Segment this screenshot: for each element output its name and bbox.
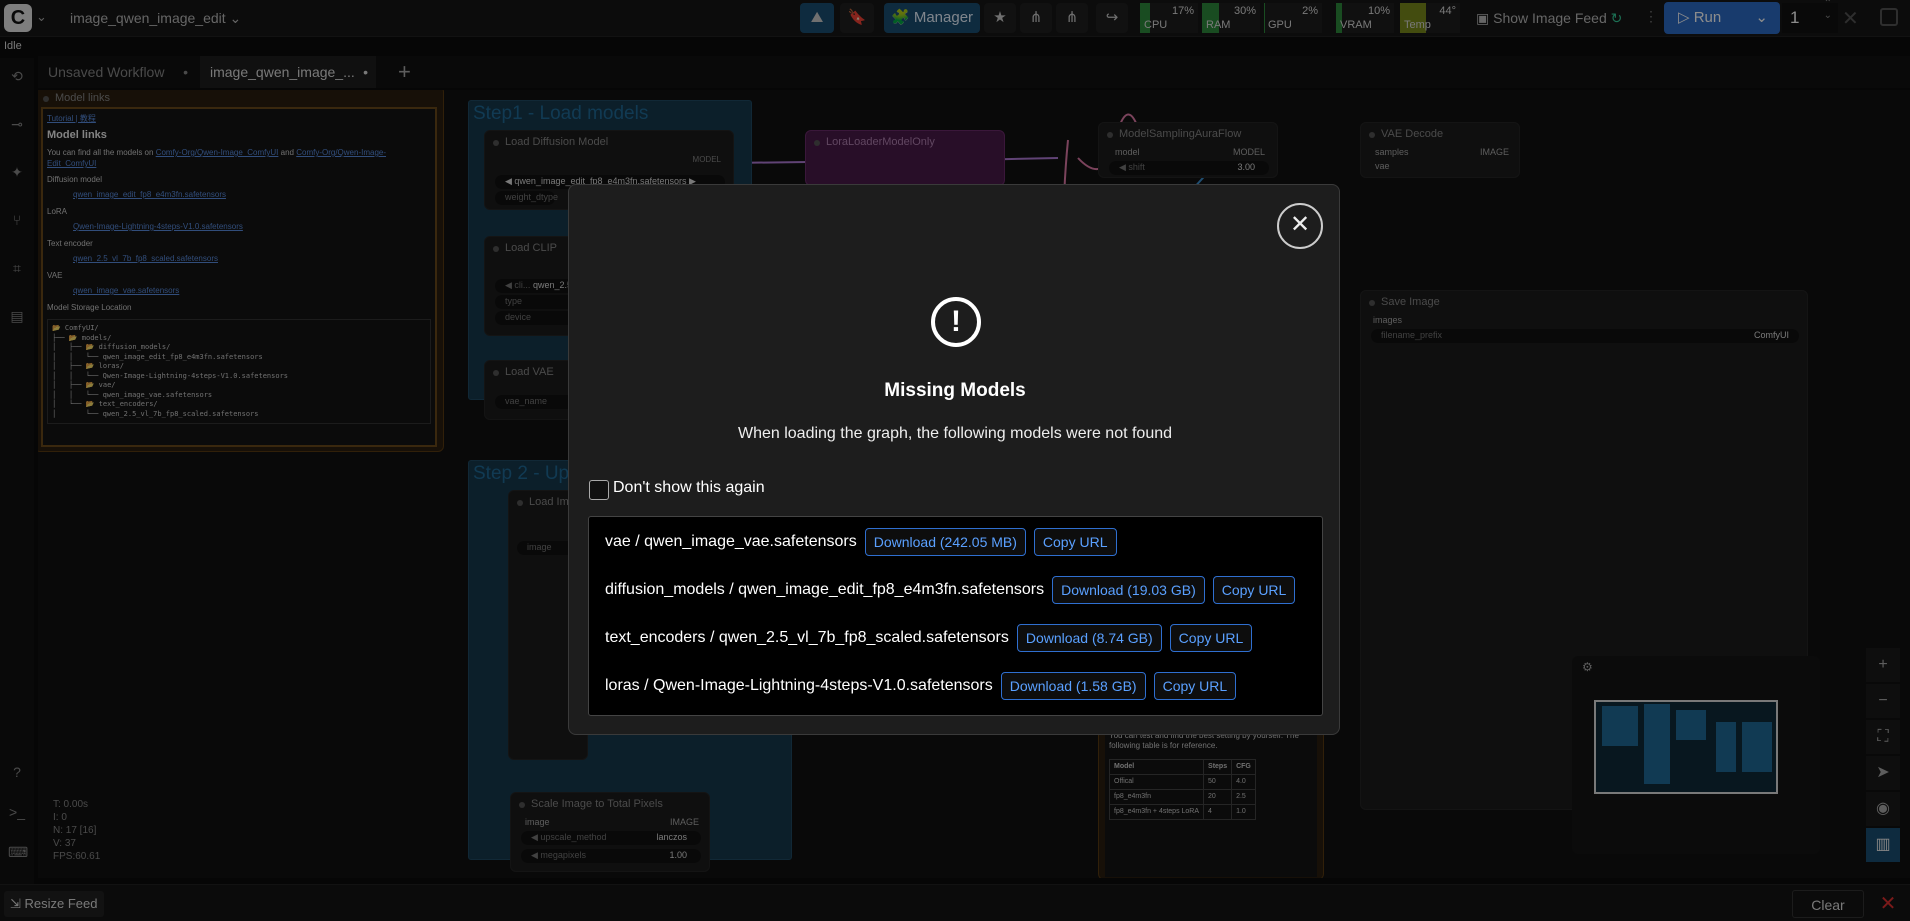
list-item: vae / qwen_image_vae.safetensors Downloa… <box>605 527 1117 557</box>
close-dialog-button[interactable]: ✕ <box>1277 203 1323 249</box>
dont-show-again-checkbox[interactable] <box>589 480 609 500</box>
model-name: vae / qwen_image_vae.safetensors <box>605 533 857 550</box>
copy-url-button[interactable]: Copy URL <box>1153 672 1237 700</box>
dont-show-again-label[interactable]: Don't show this again <box>613 479 765 497</box>
download-button[interactable]: Download (19.03 GB) <box>1052 576 1205 604</box>
copy-url-button[interactable]: Copy URL <box>1212 576 1296 604</box>
model-name: text_encoders / qwen_2.5_vl_7b_fp8_scale… <box>605 629 1009 646</box>
exclamation-circle-icon: ! <box>931 297 981 347</box>
download-button[interactable]: Download (1.58 GB) <box>1000 672 1146 700</box>
copy-url-button[interactable]: Copy URL <box>1169 624 1253 652</box>
missing-models-list: vae / qwen_image_vae.safetensors Downloa… <box>588 516 1323 716</box>
list-item: text_encoders / qwen_2.5_vl_7b_fp8_scale… <box>605 623 1253 653</box>
list-item: loras / Qwen-Image-Lightning-4steps-V1.0… <box>605 671 1237 701</box>
copy-url-button[interactable]: Copy URL <box>1033 528 1117 556</box>
model-name: loras / Qwen-Image-Lightning-4steps-V1.0… <box>605 677 993 694</box>
download-button[interactable]: Download (8.74 GB) <box>1016 624 1162 652</box>
model-name: diffusion_models / qwen_image_edit_fp8_e… <box>605 581 1045 598</box>
dialog-title: Missing Models <box>884 380 1026 401</box>
download-button[interactable]: Download (242.05 MB) <box>864 528 1026 556</box>
list-item: diffusion_models / qwen_image_edit_fp8_e… <box>605 575 1296 605</box>
dialog-subtitle: When loading the graph, the following mo… <box>737 425 1173 442</box>
missing-models-dialog: ✕ ! Missing Models When loading the grap… <box>568 184 1340 735</box>
